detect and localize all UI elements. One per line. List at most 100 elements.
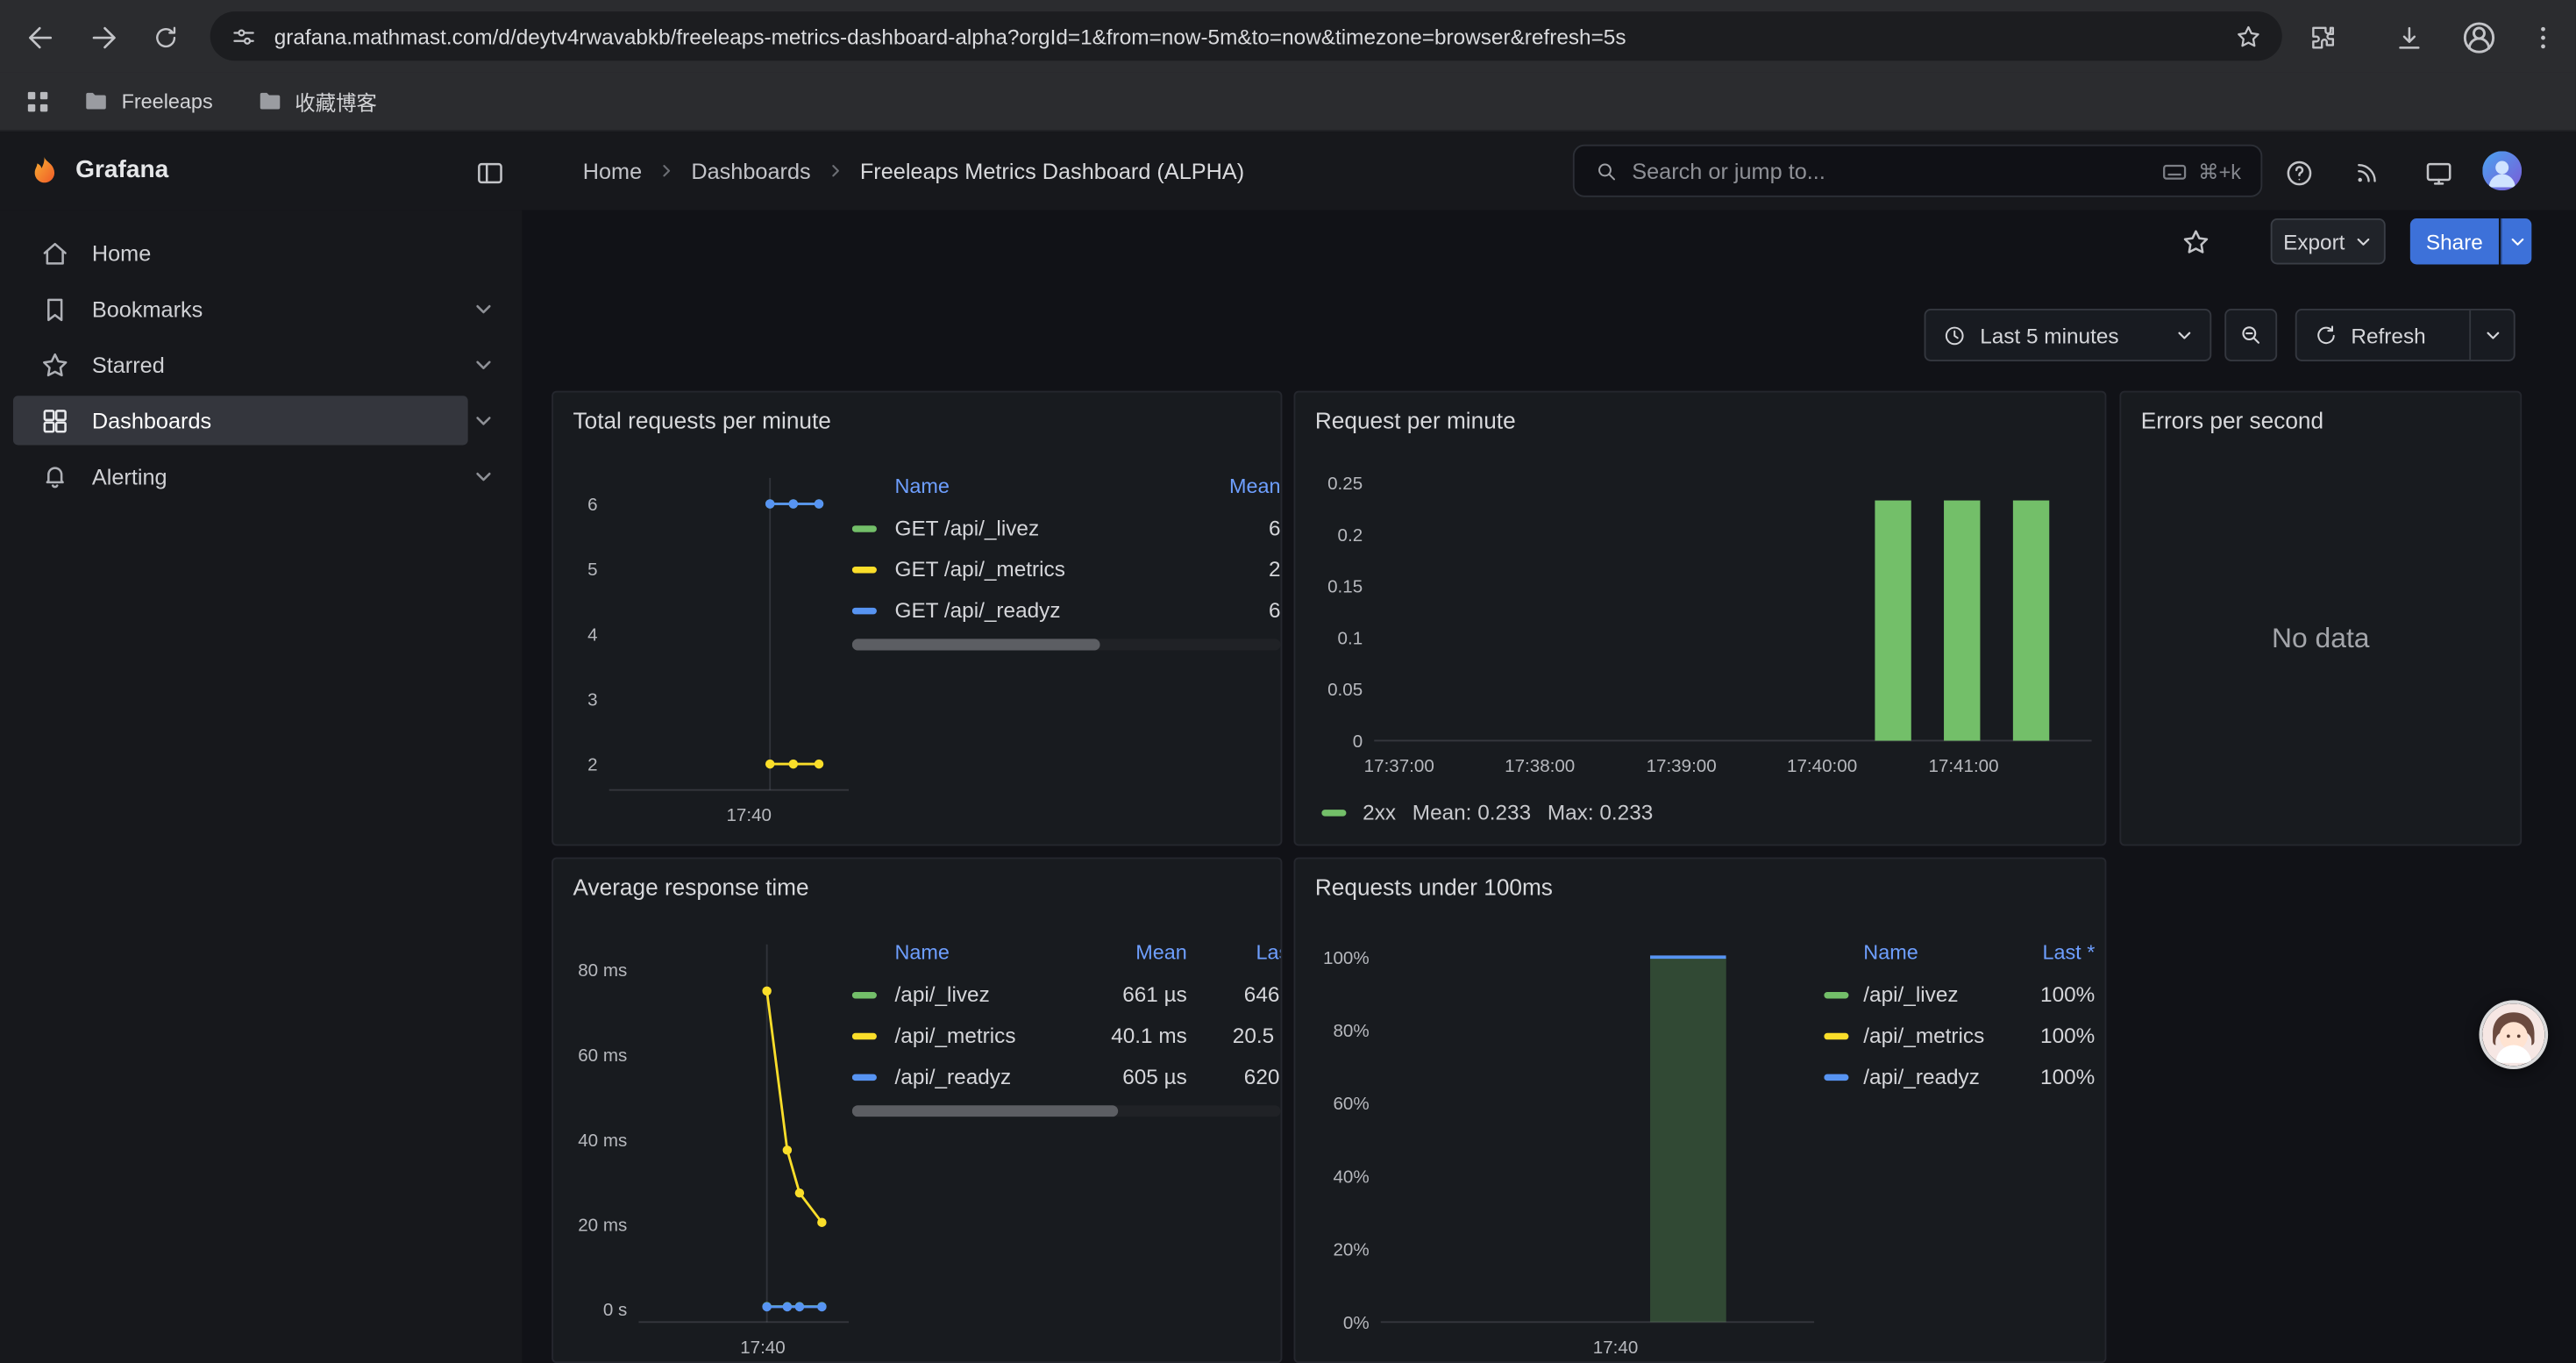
series-name[interactable]: GET /api/_readyz [895, 598, 1183, 623]
address-bar[interactable]: grafana.mathmast.com/d/deytv4rwavabkb/fr… [210, 11, 2282, 61]
breadcrumb: Home Dashboards Freeleaps Metrics Dashbo… [583, 132, 1244, 211]
sidebar-item-label: Dashboards [92, 408, 211, 432]
sidebar-item-starred[interactable]: Starred [13, 340, 468, 389]
panel-total-requests-per-minute: Total requests per minute 6543217:40 Nam… [551, 391, 1282, 846]
share-button[interactable]: Share [2410, 218, 2499, 264]
zoom-out-button[interactable] [2224, 309, 2277, 361]
app-header: Grafana Home Dashboards Freeleaps Metric… [0, 132, 2576, 211]
chevron-down-icon[interactable] [473, 354, 495, 377]
legend-col-name[interactable]: Name [1863, 941, 2006, 964]
scrollbar-thumb[interactable] [852, 1105, 1118, 1117]
time-range-picker[interactable]: Last 5 minutes [1925, 309, 2212, 361]
avatar-image [2482, 151, 2522, 190]
legend-col-mean[interactable]: Mean [1072, 941, 1187, 964]
sidebar-toggle-button[interactable] [470, 153, 509, 192]
svg-text:0%: 0% [1343, 1313, 1370, 1333]
breadcrumb-home[interactable]: Home [583, 159, 642, 183]
reload-button[interactable] [145, 17, 188, 60]
bookmark-folder-blogs[interactable]: 收藏博客 [242, 79, 390, 124]
series-name[interactable]: /api/_readyz [895, 1064, 1072, 1088]
clock-icon [1942, 323, 1967, 347]
line-chart[interactable]: 80 ms60 ms40 ms20 ms0 s17:40 [563, 931, 852, 1363]
legend-col-name[interactable]: Name [895, 475, 1183, 497]
series-name[interactable]: /api/_livez [895, 982, 1072, 1007]
series-name[interactable]: /api/_metrics [1863, 1024, 2006, 1048]
chevron-down-icon[interactable] [473, 410, 495, 433]
assistant-avatar[interactable] [2479, 1000, 2548, 1069]
search-placeholder: Search or jump to... [1632, 159, 2160, 183]
bookmark-star-icon[interactable] [2234, 22, 2262, 50]
sidebar-item-alerting[interactable]: Alerting [13, 452, 468, 501]
apps-grid-button[interactable] [23, 86, 53, 116]
sidebar: Home Bookmarks Starred Dashboards Alerti… [0, 211, 522, 1363]
legend-row: /api/_metrics 100% [1824, 1015, 2095, 1056]
sidebar-item-bookmarks[interactable]: Bookmarks [13, 284, 468, 333]
legend-scrollbar [852, 1105, 1281, 1117]
chevron-right-icon [657, 161, 676, 181]
svg-text:100%: 100% [1323, 948, 1370, 968]
bookmark-folder-freeleaps[interactable]: Freeleaps [69, 81, 226, 122]
time-range-label: Last 5 minutes [1980, 323, 2162, 347]
series-name[interactable]: GET /api/_livez [895, 516, 1183, 540]
downloads-button[interactable] [2387, 17, 2430, 60]
breadcrumb-dashboards[interactable]: Dashboards [691, 159, 810, 183]
kiosk-mode-button[interactable] [2418, 153, 2458, 192]
legend-col-last[interactable]: Last * [2006, 941, 2095, 964]
series-name[interactable]: /api/_readyz [1863, 1064, 2006, 1088]
sidebar-item-home[interactable]: Home [13, 228, 468, 277]
legend-col-last[interactable]: Last * [1187, 941, 1281, 964]
series-swatch [852, 1032, 877, 1038]
series-mean: 605 µs [1072, 1064, 1187, 1088]
help-button[interactable] [2279, 153, 2318, 192]
refresh-button[interactable]: Refresh [2297, 310, 2470, 360]
series-name[interactable]: GET /api/_metrics [895, 557, 1183, 582]
scrollbar-thumb[interactable] [852, 639, 1100, 650]
panel-requests-under-100ms: Requests under 100ms 100%80%60%40%20%0%1… [1294, 857, 2107, 1363]
chevron-down-icon[interactable] [473, 299, 495, 322]
sidebar-item-label: Alerting [92, 464, 167, 489]
panel-title[interactable]: Average response time [573, 874, 809, 900]
caret-down-icon [2175, 326, 2194, 345]
panel-title[interactable]: Total requests per minute [573, 407, 831, 433]
legend-col-mean[interactable]: Mean [1182, 475, 1280, 497]
share-dropdown-button[interactable] [2501, 218, 2532, 264]
profile-button[interactable] [2456, 15, 2501, 61]
series-swatch [1824, 1032, 1848, 1038]
export-button[interactable]: Export [2271, 218, 2386, 264]
news-button[interactable] [2348, 153, 2387, 192]
svg-text:17:39:00: 17:39:00 [1647, 756, 1717, 776]
series-mean: 40.1 ms [1072, 1024, 1187, 1048]
chevron-down-icon[interactable] [473, 467, 495, 489]
svg-text:0.05: 0.05 [1327, 680, 1363, 700]
search-input[interactable]: Search or jump to... ⌘+k [1573, 145, 2262, 197]
series-swatch [852, 566, 877, 572]
grafana-logo[interactable] [23, 151, 66, 194]
line-chart[interactable]: 6543217:40 [563, 465, 852, 832]
back-button[interactable] [19, 17, 62, 60]
sidebar-item-dashboards[interactable]: Dashboards [13, 396, 468, 445]
svg-text:60 ms: 60 ms [578, 1045, 627, 1066]
folder-icon [82, 87, 110, 115]
forward-button[interactable] [82, 17, 125, 60]
legend-col-name[interactable]: Name [895, 941, 1072, 964]
series-name[interactable]: /api/_metrics [895, 1024, 1072, 1048]
arrow-right-icon [87, 21, 119, 54]
user-avatar[interactable] [2482, 151, 2522, 190]
panel-title[interactable]: Errors per second [2141, 407, 2323, 433]
bar-chart[interactable]: 100%80%60%40%20%0%17:40 [1308, 931, 1817, 1363]
legend-row: /api/_readyz 100% [1824, 1056, 2095, 1097]
favorite-dashboard-button[interactable] [2172, 218, 2217, 264]
profile-icon [2461, 19, 2497, 55]
bar-chart[interactable]: 0.250.20.150.10.05017:37:0017:38:0017:39… [1308, 461, 2095, 783]
panel-title[interactable]: Request per minute [1315, 407, 1516, 433]
series-swatch [1824, 1074, 1848, 1080]
refresh-interval-dropdown[interactable] [2469, 310, 2514, 360]
series-name[interactable]: 2xx [1363, 800, 1396, 824]
site-settings-icon[interactable] [230, 22, 258, 50]
extensions-button[interactable] [2302, 17, 2345, 60]
series-name[interactable]: /api/_livez [1863, 982, 2006, 1007]
panel-title[interactable]: Requests under 100ms [1315, 874, 1553, 900]
series-last: 620 µs [1187, 1064, 1281, 1088]
menu-button[interactable] [2523, 17, 2563, 60]
series-swatch [852, 525, 877, 531]
